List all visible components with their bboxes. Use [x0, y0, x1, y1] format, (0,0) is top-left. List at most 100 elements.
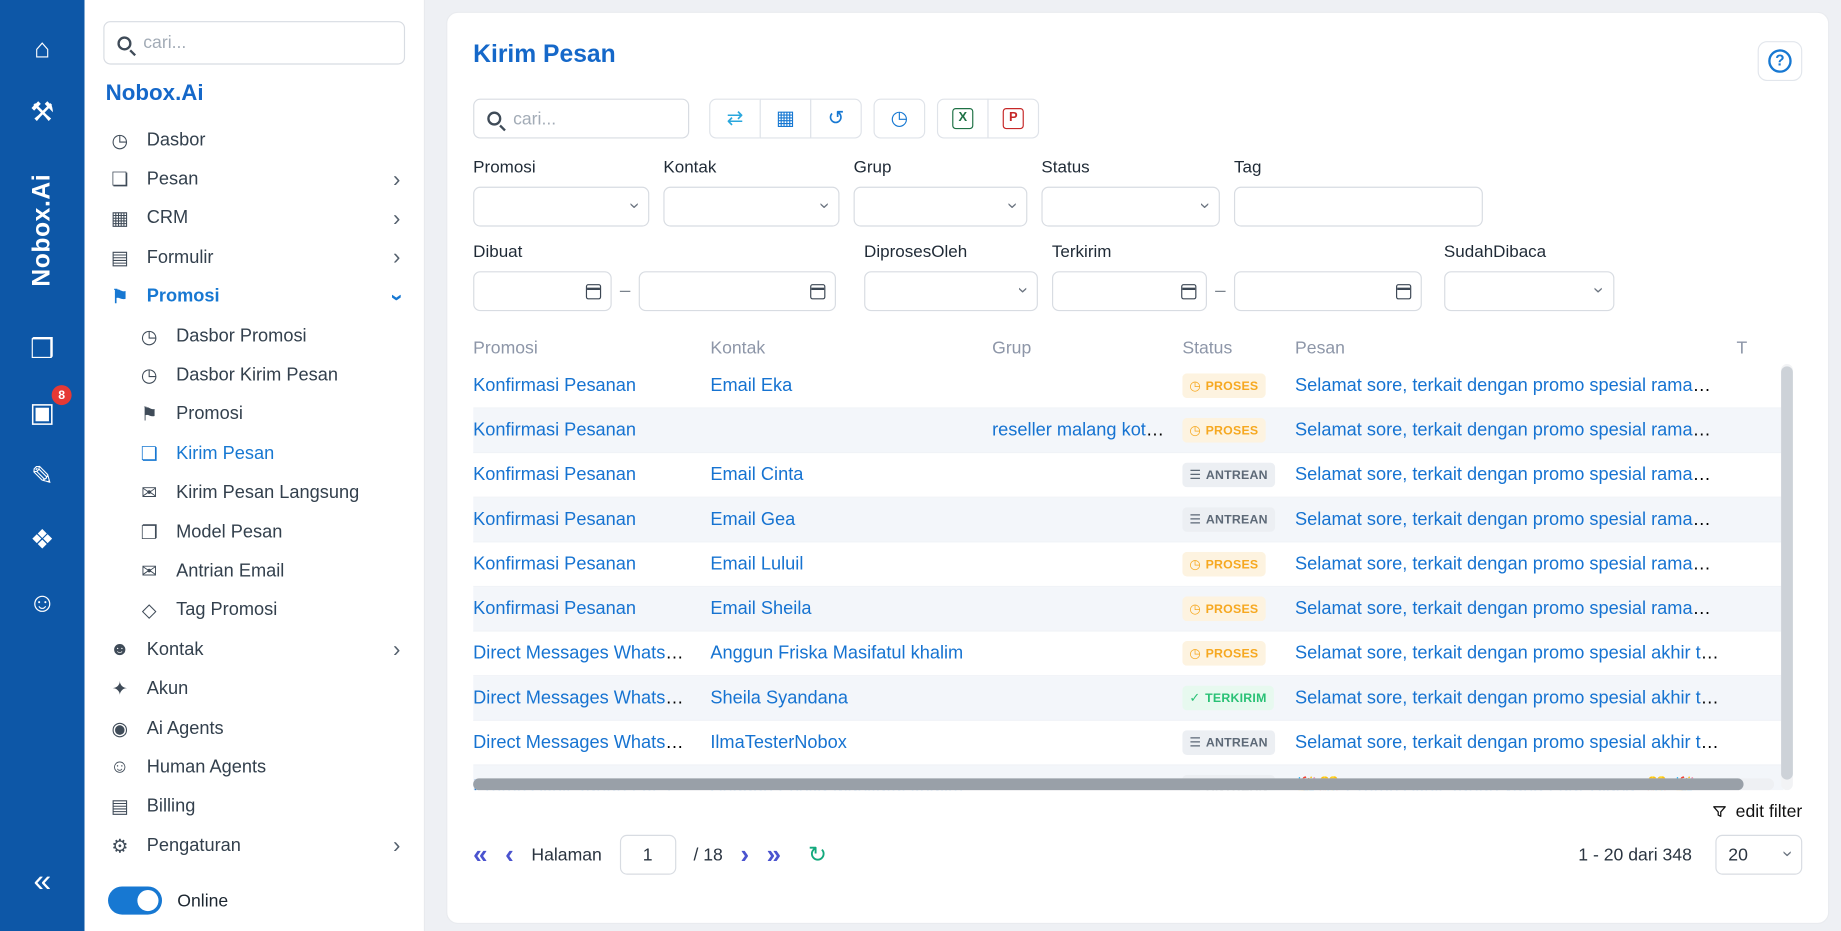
history-button[interactable]: ◷ — [874, 99, 926, 139]
sidebar-item-formulir[interactable]: ▤Formulir› — [103, 239, 405, 278]
page-size-select[interactable]: 20 › — [1715, 835, 1802, 875]
calendar-icon[interactable] — [1396, 284, 1411, 299]
inbox-icon[interactable]: ▣8 — [19, 389, 66, 436]
cell-promosi[interactable]: Direct Messages WhatsApp — [473, 732, 698, 752]
cell-kontak[interactable]: Email Cinta — [710, 464, 803, 484]
cell-grup[interactable]: reseller malang kota — [992, 420, 1164, 440]
sidebar-search[interactable] — [103, 21, 405, 64]
cell-kontak[interactable]: Email Luluil — [710, 554, 803, 574]
cell-pesan[interactable]: Selamat sore, terkait dengan promo spesi… — [1295, 509, 1736, 529]
calendar-icon[interactable] — [586, 284, 601, 299]
apps-icon[interactable]: ❒ — [19, 325, 66, 372]
reset-button[interactable]: ↺ — [810, 99, 862, 139]
sidebar-item-kirim-pesan[interactable]: ❏Kirim Pesan — [103, 435, 405, 474]
table-row[interactable]: Konfirmasi PesananEmail Sheila◷PROSESSel… — [473, 587, 1783, 632]
cell-kontak[interactable]: IlmaTesterNobox — [710, 732, 847, 752]
cell-pesan[interactable]: Selamat sore, terkait dengan promo spesi… — [1295, 375, 1736, 395]
collapse-icon[interactable]: « — [19, 857, 66, 904]
calendar-icon[interactable] — [810, 284, 825, 299]
sidebar-item-kontak[interactable]: ☻Kontak› — [103, 631, 405, 670]
table-search-input[interactable] — [513, 109, 675, 129]
column-header-status[interactable]: Status — [1182, 338, 1295, 358]
vertical-scrollbar[interactable] — [1781, 364, 1793, 790]
sudahdibaca-select[interactable]: › — [1444, 271, 1614, 311]
table-row[interactable]: Konfirmasi PesananEmail Gea☰ANTREANSelam… — [473, 498, 1783, 543]
column-header-kontak[interactable]: Kontak — [710, 338, 992, 358]
sidebar-item-pengaturan[interactable]: ⚙Pengaturan› — [103, 827, 405, 866]
profile-icon[interactable]: ☺ — [19, 579, 66, 626]
online-toggle[interactable] — [108, 886, 162, 914]
column-chooser-button[interactable]: ▦ — [760, 99, 812, 139]
sidebar-item-dasbor-promosi[interactable]: ◷Dasbor Promosi — [103, 317, 405, 356]
sidebar-item-antrian-email[interactable]: ✉Antrian Email — [103, 552, 405, 591]
tools-icon[interactable]: ⚒ — [19, 88, 66, 135]
first-page-button[interactable]: « — [473, 842, 487, 868]
cell-kontak[interactable]: Email Sheila — [710, 598, 811, 618]
cell-pesan[interactable]: Selamat sore, terkait dengan promo spesi… — [1295, 554, 1736, 574]
sidebar-item-crm[interactable]: ▦CRM› — [103, 199, 405, 238]
vertical-scrollbar-thumb[interactable] — [1781, 366, 1793, 779]
cell-promosi[interactable]: Konfirmasi Pesanan — [473, 554, 636, 574]
sidebar-item-model-pesan[interactable]: ❐Model Pesan — [103, 513, 405, 552]
cell-promosi[interactable]: Direct Messages WhatsApp — [473, 643, 698, 663]
export-pdf-button[interactable]: P — [987, 99, 1039, 139]
export-excel-button[interactable]: X — [937, 99, 989, 139]
table-row[interactable]: Konfirmasi PesananEmail Eka◷PROSESSelama… — [473, 364, 1783, 409]
sidebar-item-tag-promosi[interactable]: ◇Tag Promosi — [103, 591, 405, 630]
sidebar-item-ai-agents[interactable]: ◉Ai Agents — [103, 709, 405, 748]
next-page-button[interactable]: › — [740, 842, 749, 868]
sidebar-item-promosi[interactable]: ⚑Promosi› — [103, 278, 405, 317]
column-header-t[interactable]: T — [1737, 338, 1784, 358]
grup-select[interactable]: › — [854, 187, 1028, 227]
cell-promosi[interactable]: Konfirmasi Pesanan — [473, 420, 636, 440]
refresh-button[interactable]: ⇄ — [709, 99, 761, 139]
table-row[interactable]: Direct Messages WhatsAppIlmaTesterNobox☰… — [473, 721, 1783, 766]
cell-promosi[interactable]: Konfirmasi Pesanan — [473, 375, 636, 395]
table-row[interactable]: Konfirmasi Pesananreseller malang kota◷P… — [473, 409, 1783, 454]
edit-filter-button[interactable]: edit filter — [473, 802, 1802, 822]
sidebar-item-human-agents[interactable]: ☺Human Agents — [103, 748, 405, 787]
kontak-select[interactable]: › — [663, 187, 839, 227]
horizontal-scrollbar[interactable] — [473, 778, 1774, 790]
cell-kontak[interactable]: Sheila Syandana — [710, 687, 848, 707]
home-icon[interactable]: ⌂ — [19, 25, 66, 72]
cell-pesan[interactable]: Selamat sore, terkait dengan promo spesi… — [1295, 464, 1736, 484]
help-button[interactable]: ? — [1758, 41, 1803, 81]
sidebar-item-pesan[interactable]: ❏Pesan› — [103, 160, 405, 199]
cell-promosi[interactable]: Direct Messages WhatsApp — [473, 687, 698, 707]
sidebar-item-kirim-pesan-langsung[interactable]: ✉Kirim Pesan Langsung — [103, 474, 405, 513]
cell-kontak[interactable]: Anggun Friska Masifatul khalim — [710, 643, 963, 663]
table-search[interactable] — [473, 99, 689, 139]
page-number-input[interactable] — [619, 835, 675, 875]
tag-input[interactable] — [1234, 187, 1483, 227]
sidebar-item-akun[interactable]: ✦Akun — [103, 670, 405, 709]
table-row[interactable]: Direct Messages WhatsApp Anggun Friska Ma… — [473, 632, 1783, 677]
cell-pesan[interactable]: Selamat sore, terkait dengan promo spesi… — [1295, 420, 1736, 440]
sidebar-item-dasbor[interactable]: ◷Dasbor — [103, 121, 405, 160]
promosi-select[interactable]: › — [473, 187, 649, 227]
sidebar-search-input[interactable] — [143, 33, 391, 53]
cell-kontak[interactable]: Email Gea — [710, 509, 795, 529]
sidebar-item-dasbor-kirim-pesan[interactable]: ◷Dasbor Kirim Pesan — [103, 356, 405, 395]
cell-pesan[interactable]: Selamat sore, terkait dengan promo spesi… — [1295, 687, 1736, 707]
cell-pesan[interactable]: Selamat sore, terkait dengan promo spesi… — [1295, 598, 1736, 618]
terkirim-date-to[interactable] — [1234, 271, 1422, 311]
column-header-grup[interactable]: Grup — [992, 338, 1182, 358]
cell-pesan[interactable]: Selamat sore, terkait dengan promo spesi… — [1295, 732, 1736, 752]
dibuat-date-from[interactable] — [473, 271, 612, 311]
calendar-icon[interactable] — [1181, 284, 1196, 299]
dibuat-date-to[interactable] — [639, 271, 836, 311]
last-page-button[interactable]: » — [767, 842, 781, 868]
terkirim-date-from[interactable] — [1052, 271, 1207, 311]
table-row[interactable]: Direct Messages WhatsAppSheila Syandana✓… — [473, 676, 1783, 721]
table-row[interactable]: Konfirmasi PesananEmail Cinta☰ANTREANSel… — [473, 453, 1783, 498]
prev-page-button[interactable]: ‹ — [505, 842, 514, 868]
column-header-pesan[interactable]: Pesan — [1295, 338, 1736, 358]
cell-kontak[interactable]: Email Eka — [710, 375, 792, 395]
compose-icon[interactable]: ✎ — [19, 452, 66, 499]
cell-promosi[interactable]: Konfirmasi Pesanan — [473, 464, 636, 484]
table-row[interactable]: Konfirmasi PesananEmail Luluil◷PROSESSel… — [473, 542, 1783, 587]
ink-icon[interactable]: ❖ — [19, 516, 66, 563]
cell-promosi[interactable]: Konfirmasi Pesanan — [473, 598, 636, 618]
status-select[interactable]: › — [1041, 187, 1219, 227]
